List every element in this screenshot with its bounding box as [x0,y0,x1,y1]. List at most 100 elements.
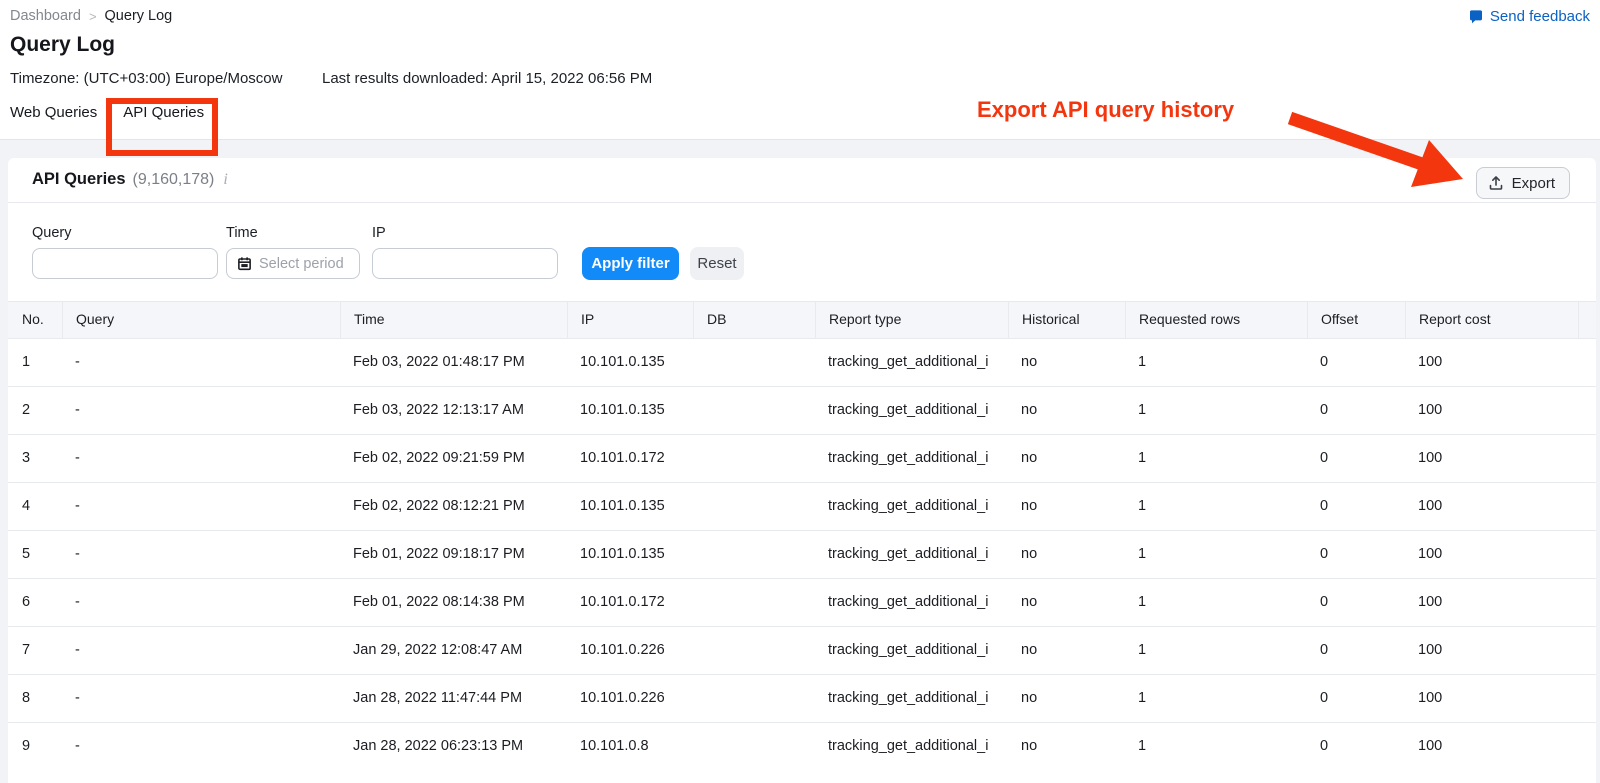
table-cell: 1 [8,339,62,386]
column-header-spacer [1578,302,1596,338]
table-cell: no [1008,483,1125,530]
column-header-offset: Offset [1307,302,1405,338]
table-cell: tracking_get_additional_i [815,531,1008,578]
table-cell: 1 [1125,339,1307,386]
annotation-text: Export API query history [977,97,1234,123]
table-cell: 0 [1307,483,1405,530]
table-cell: no [1008,435,1125,482]
table-cell: - [62,579,340,626]
breadcrumb-dashboard-link[interactable]: Dashboard [10,8,81,24]
table-cell: Feb 01, 2022 08:14:38 PM [340,579,567,626]
table-cell [1578,435,1596,482]
time-period-select[interactable]: Select period [226,248,360,279]
table-cell: tracking_get_additional_i [815,579,1008,626]
table-cell: no [1008,627,1125,674]
table-cell: no [1008,579,1125,626]
table-cell: 7 [8,627,62,674]
table-row: 6-Feb 01, 2022 08:14:38 PM10.101.0.172tr… [8,578,1596,626]
table-cell: 1 [1125,627,1307,674]
table-cell: - [62,435,340,482]
table-cell: 1 [1125,531,1307,578]
table-cell: 10.101.0.226 [567,675,693,722]
table-row: 5-Feb 01, 2022 09:18:17 PM10.101.0.135tr… [8,530,1596,578]
table-cell: 100 [1405,387,1578,434]
table-cell: 4 [8,483,62,530]
query-filter-input[interactable] [32,248,218,279]
table-cell [693,723,815,770]
table-cell: no [1008,675,1125,722]
table-cell [693,339,815,386]
table-cell: 100 [1405,531,1578,578]
table-row: 2-Feb 03, 2022 12:13:17 AM10.101.0.135tr… [8,386,1596,434]
table-cell: - [62,387,340,434]
reset-button[interactable]: Reset [690,247,744,280]
table-cell: 0 [1307,531,1405,578]
table-cell: 0 [1307,579,1405,626]
table-cell [1578,723,1596,770]
speech-bubble-icon [1468,9,1484,25]
table-cell: 100 [1405,435,1578,482]
table-cell [1578,531,1596,578]
table-cell: tracking_get_additional_i [815,339,1008,386]
column-header-historical: Historical [1008,302,1125,338]
table-row: 9-Jan 28, 2022 06:23:13 PM10.101.0.8trac… [8,722,1596,770]
table-cell: 10.101.0.8 [567,723,693,770]
panel-title: API Queries [32,170,126,189]
table-cell [1578,483,1596,530]
column-header-db: DB [693,302,815,338]
table-cell: 100 [1405,723,1578,770]
table-cell: - [62,531,340,578]
table-cell: 0 [1307,339,1405,386]
calendar-icon [237,256,252,271]
table-cell: 1 [1125,675,1307,722]
table-cell: 100 [1405,627,1578,674]
table-cell: tracking_get_additional_i [815,723,1008,770]
table-cell: tracking_get_additional_i [815,483,1008,530]
table-cell: 0 [1307,675,1405,722]
table-cell: 1 [1125,387,1307,434]
table-cell: Feb 03, 2022 12:13:17 AM [340,387,567,434]
api-queries-table: No.QueryTimeIPDBReport typeHistoricalReq… [8,301,1596,770]
table-cell [693,627,815,674]
table-cell: no [1008,387,1125,434]
table-cell: Feb 01, 2022 09:18:17 PM [340,531,567,578]
table-cell [1578,675,1596,722]
column-header-requested-rows: Requested rows [1125,302,1307,338]
send-feedback-link[interactable]: Send feedback [1468,8,1590,25]
ip-filter-label: IP [372,225,386,241]
table-cell: Jan 28, 2022 11:47:44 PM [340,675,567,722]
table-cell: no [1008,339,1125,386]
table-row: 8-Jan 28, 2022 11:47:44 PM10.101.0.226tr… [8,674,1596,722]
apply-filter-button[interactable]: Apply filter [582,247,679,280]
table-cell: Feb 03, 2022 01:48:17 PM [340,339,567,386]
page-title: Query Log [10,33,115,57]
table-cell: 10.101.0.226 [567,627,693,674]
table-cell [693,387,815,434]
tab-api-queries[interactable]: API Queries [123,104,204,139]
query-filter-label: Query [32,225,72,241]
table-cell: 0 [1307,627,1405,674]
table-cell [693,675,815,722]
table-cell: 0 [1307,723,1405,770]
send-feedback-label: Send feedback [1490,8,1590,25]
table-cell: no [1008,723,1125,770]
table-cell: 10.101.0.135 [567,387,693,434]
info-icon[interactable]: i [221,171,229,189]
table-row: 3-Feb 02, 2022 09:21:59 PM10.101.0.172tr… [8,434,1596,482]
breadcrumb: Dashboard > Query Log [10,8,172,24]
table-cell: no [1008,531,1125,578]
column-header-ip: IP [567,302,693,338]
table-cell: 1 [1125,435,1307,482]
table-cell: Jan 28, 2022 06:23:13 PM [340,723,567,770]
table-cell: - [62,627,340,674]
time-filter-label: Time [226,225,258,241]
table-cell: - [62,483,340,530]
table-cell: 100 [1405,675,1578,722]
timezone-text: Timezone: (UTC+03:00) Europe/Moscow [10,70,282,87]
breadcrumb-current: Query Log [105,8,173,24]
ip-filter-input[interactable] [372,248,558,279]
export-button[interactable]: Export [1476,167,1570,199]
column-header-report-type: Report type [815,302,1008,338]
table-cell: 2 [8,387,62,434]
tab-web-queries[interactable]: Web Queries [10,104,97,139]
